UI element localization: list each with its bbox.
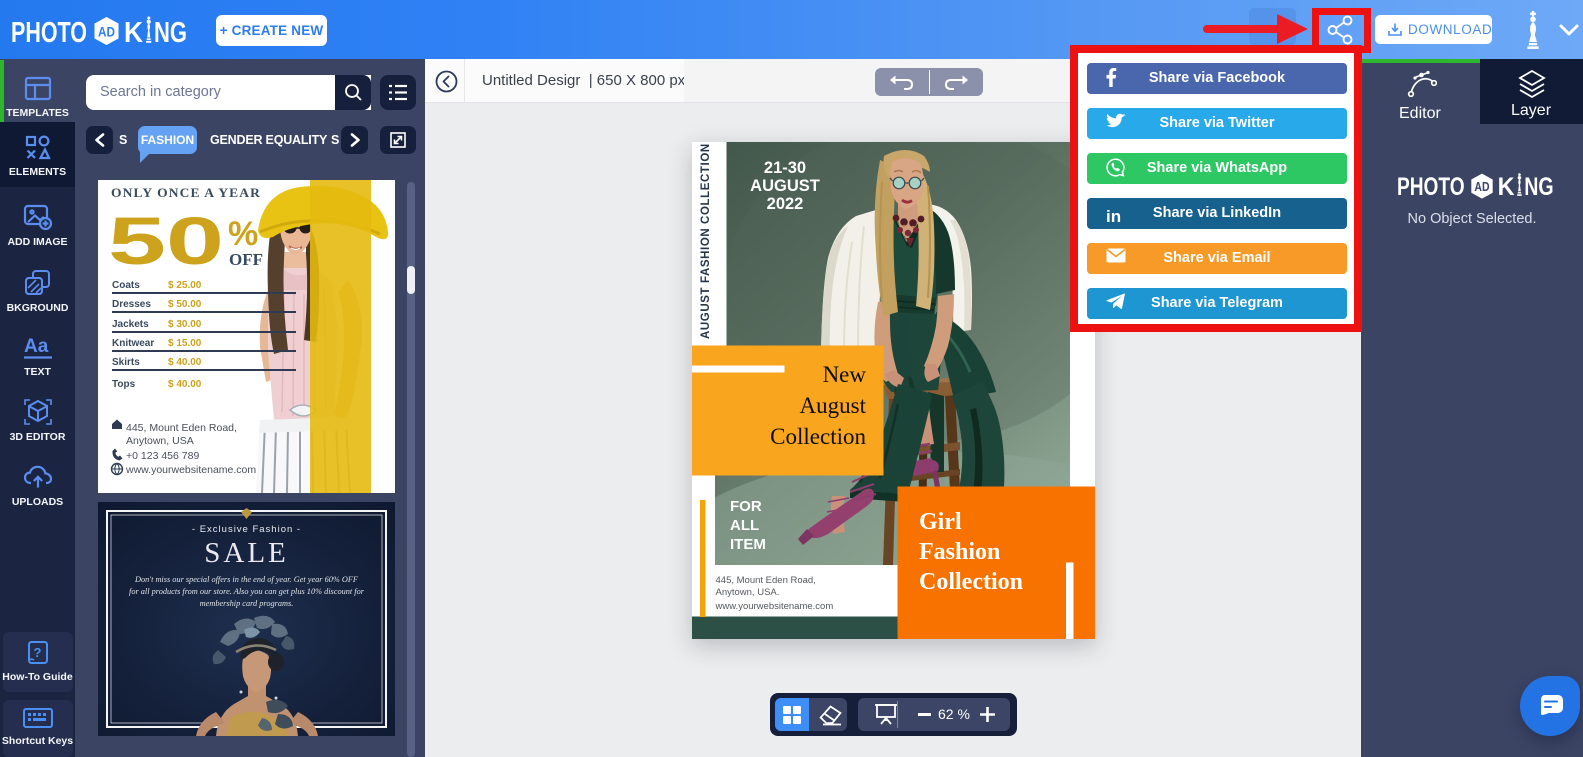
- svg-text:50: 50: [108, 204, 224, 279]
- svg-text:www.yourwebsitename.com: www.yourwebsitename.com: [125, 464, 256, 476]
- svg-text:$ 15.00: $ 15.00: [168, 338, 202, 349]
- svg-text:OFF: OFF: [229, 250, 263, 269]
- svg-text:Skirts: Skirts: [112, 357, 140, 368]
- svg-text:Aa: Aa: [24, 336, 49, 357]
- svg-text:FOR: FOR: [730, 498, 762, 515]
- svg-text:Dresses: Dresses: [112, 299, 151, 310]
- svg-text:ITEM: ITEM: [730, 536, 766, 553]
- svg-text:$ 40.00: $ 40.00: [168, 379, 202, 390]
- svg-text:$ 30.00: $ 30.00: [168, 319, 202, 330]
- svg-text:$ 50.00: $ 50.00: [168, 299, 202, 310]
- svg-text:August: August: [800, 393, 867, 418]
- svg-text:445, Mount Eden Road,: 445, Mount Eden Road,: [126, 422, 237, 434]
- svg-text:PHOTO: PHOTO: [11, 17, 87, 49]
- svg-text:Knitwear: Knitwear: [112, 338, 154, 349]
- svg-text:+0 123 456 789: +0 123 456 789: [126, 450, 199, 462]
- svg-text:SALE: SALE: [204, 537, 289, 569]
- svg-text:Don't miss our special offers: Don't miss our special offers in the end…: [134, 575, 359, 584]
- svg-text:%: %: [228, 215, 258, 253]
- svg-text:?: ?: [33, 645, 41, 660]
- svg-text:Jackets: Jackets: [112, 319, 149, 330]
- svg-text:445, Mount Eden Road,: 445, Mount Eden Road,: [716, 575, 816, 586]
- svg-text:$ 25.00: $ 25.00: [168, 280, 202, 291]
- svg-text:AD: AD: [98, 24, 115, 40]
- svg-text:$ 40.00: $ 40.00: [168, 357, 202, 368]
- svg-text:Anytown, USA.: Anytown, USA.: [716, 587, 780, 598]
- svg-text:Fashion: Fashion: [919, 539, 1000, 565]
- svg-text:PHOTO: PHOTO: [1397, 173, 1465, 201]
- svg-text:ONLY ONCE A YEAR: ONLY ONCE A YEAR: [111, 186, 261, 200]
- svg-text:www.yourwebsitename.com: www.yourwebsitename.com: [715, 601, 834, 612]
- svg-text:Collection: Collection: [770, 424, 866, 449]
- svg-text:AUGUST FASHION COLLECTION: AUGUST FASHION COLLECTION: [700, 143, 712, 339]
- svg-text:Anytown, USA: Anytown, USA: [126, 435, 194, 447]
- svg-text:Collection: Collection: [919, 569, 1023, 595]
- svg-text:K: K: [124, 17, 143, 49]
- svg-text:NG: NG: [154, 17, 187, 49]
- svg-text:- Exclusive Fashion -: - Exclusive Fashion -: [192, 524, 301, 535]
- svg-text:New: New: [823, 362, 867, 387]
- svg-text:2022: 2022: [767, 195, 804, 213]
- svg-text:AD: AD: [1474, 180, 1489, 194]
- svg-text:Coats: Coats: [112, 280, 140, 291]
- svg-text:Girl: Girl: [919, 509, 962, 535]
- svg-text:ALL: ALL: [730, 517, 759, 534]
- svg-text:membership card programs.: membership card programs.: [200, 599, 294, 608]
- svg-text:Tops: Tops: [112, 379, 136, 390]
- svg-text:21-30: 21-30: [764, 159, 806, 177]
- svg-text:AUGUST: AUGUST: [750, 177, 820, 195]
- svg-text:for all products from our stor: for all products from our store. Also yo…: [129, 587, 365, 596]
- svg-text:K: K: [1498, 173, 1515, 201]
- svg-text:NG: NG: [1524, 173, 1553, 201]
